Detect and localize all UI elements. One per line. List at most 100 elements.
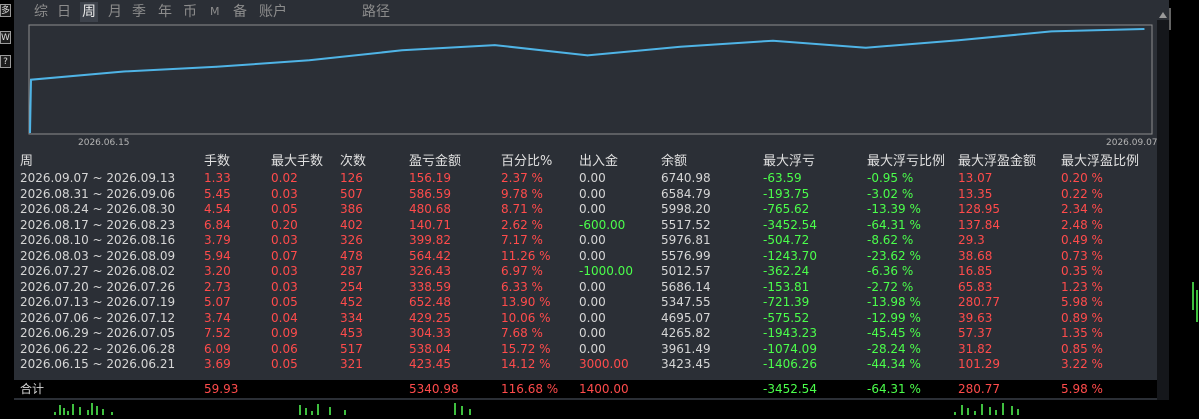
cell-deposit: 0.00 <box>579 248 606 263</box>
cell-percent: 2.37 % <box>501 171 543 185</box>
cell-pnl: 326.43 <box>409 264 451 278</box>
cell-balance: 4695.07 <box>661 310 711 325</box>
table-row[interactable]: 2026.06.15 ~ 2026.06.21 3.69 0.05 321 423.45… <box>14 357 1171 373</box>
header-pnl[interactable]: 盈亏金额 <box>409 153 461 171</box>
table-row[interactable]: 2026.07.13 ~ 2026.07.19 5.07 0.05 452 652.48… <box>14 295 1171 311</box>
cell-max-drawdown-pct: -2.72 % <box>867 279 914 294</box>
right-volume-bars <box>1169 8 1198 322</box>
cell-max-floating-profit: 38.68 <box>958 248 993 263</box>
tab-8[interactable]: 备 <box>231 2 249 22</box>
header-deposit[interactable]: 出入金 <box>579 153 618 171</box>
table-row[interactable]: 2026.08.10 ~ 2026.08.16 3.79 0.03 326 399.82… <box>14 233 1171 249</box>
cell-max-lots: 0.05 <box>271 295 298 309</box>
header-max-floating-profit[interactable]: 最大浮盈金额 <box>958 153 1036 171</box>
cell-max-floating-profit-pct: 0.35 % <box>1061 264 1103 278</box>
cell-max-drawdown: -765.62 <box>763 202 810 216</box>
header-max-drawdown[interactable]: 最大浮亏 <box>763 153 815 171</box>
cell-max-lots: 0.03 <box>271 233 298 247</box>
table-row[interactable]: 2026.09.07 ~ 2026.09.13 1.33 0.02 126 156.19… <box>14 171 1171 187</box>
cell-max-lots: 0.05 <box>271 202 298 216</box>
cell-deposit: 0.00 <box>579 295 606 309</box>
tab-10[interactable]: 路径 <box>360 2 392 22</box>
table-row[interactable]: 2026.06.22 ~ 2026.06.28 6.09 0.06 517 538.04… <box>14 342 1171 358</box>
cell-count: 452 <box>340 295 363 309</box>
tab-9[interactable]: 账户 <box>257 2 289 22</box>
table-row[interactable]: 2026.08.03 ~ 2026.08.09 5.94 0.07 478 564.42… <box>14 249 1171 265</box>
cell-lots: 2.73 <box>204 279 231 294</box>
balance-point-5 <box>493 44 496 46</box>
cell-max-drawdown: -1243.70 <box>763 248 817 263</box>
cell-percent: 6.33 % <box>501 279 543 294</box>
cell-max-drawdown: -1943.23 <box>763 326 817 340</box>
tab-7[interactable]: M <box>208 2 222 22</box>
table-row[interactable]: 2026.06.29 ~ 2026.07.05 7.52 0.09 453 304.33… <box>14 326 1171 342</box>
header-count[interactable]: 次数 <box>340 153 366 171</box>
cell-max-floating-profit: 137.84 <box>958 217 1000 232</box>
cell-max-drawdown-pct: -12.99 % <box>867 310 921 325</box>
cell-deposit: 0.00 <box>579 310 606 325</box>
cell-max-floating-profit-pct: 2.34 % <box>1061 202 1103 216</box>
cell-max-drawdown: -721.39 <box>763 295 810 309</box>
tab-4[interactable]: 季 <box>130 2 148 22</box>
cell-max-drawdown-pct: -6.36 % <box>867 264 914 278</box>
cell-max-floating-profit: 29.3 <box>958 233 985 247</box>
header-max-floating-profit-pct[interactable]: 最大浮盈比例 <box>1061 153 1139 171</box>
header-balance[interactable]: 余额 <box>661 153 687 171</box>
header-max-drawdown-pct[interactable]: 最大浮亏比例 <box>867 153 945 171</box>
tab-3[interactable]: 月 <box>106 2 124 22</box>
cell-max-floating-profit: 13.07 <box>958 171 993 185</box>
cell-max-drawdown-pct: -0.95 % <box>867 171 914 185</box>
cell-max-floating-profit-pct: 1.35 % <box>1061 326 1103 340</box>
cell-percent: 11.26 % <box>501 248 551 263</box>
cell-week: 2026.07.27 ~ 2026.08.02 <box>20 264 176 278</box>
balance-point-9 <box>864 46 867 49</box>
cell-percent: 10.06 % <box>501 310 551 325</box>
cell-percent: 7.17 % <box>501 233 543 247</box>
table-row[interactable]: 2026.08.31 ~ 2026.09.06 5.45 0.03 507 586.59… <box>14 187 1171 203</box>
tab-2[interactable]: 周 <box>80 2 98 22</box>
table-row[interactable]: 2026.08.24 ~ 2026.08.30 4.54 0.05 386 480.68… <box>14 202 1171 218</box>
cell-balance: 4265.82 <box>661 326 711 340</box>
tab-5[interactable]: 年 <box>156 2 174 22</box>
cell-max-drawdown: -1406.26 <box>763 357 817 371</box>
scroll-up-icon[interactable] <box>1159 12 1167 18</box>
table-row[interactable]: 2026.07.27 ~ 2026.08.02 3.20 0.03 287 326.43… <box>14 264 1171 280</box>
cell-max-floating-profit: 31.82 <box>958 341 993 356</box>
tab-1[interactable]: 日 <box>55 2 73 22</box>
cell-max-drawdown: -362.24 <box>763 264 810 278</box>
cell-max-floating-profit-pct: 0.85 % <box>1061 341 1103 356</box>
balance-point-8 <box>772 39 774 42</box>
vertical-scrollbar[interactable] <box>1157 20 1169 400</box>
cell-lots: 5.45 <box>204 186 231 201</box>
w-button[interactable]: W <box>0 31 11 44</box>
total-max-floating-profit-pct: 5.98 % <box>1061 382 1103 396</box>
tab-6[interactable]: 币 <box>181 2 199 22</box>
table-row[interactable]: 2026.07.20 ~ 2026.07.26 2.73 0.03 254 338.59… <box>14 280 1171 296</box>
cell-lots: 1.33 <box>204 171 231 185</box>
cell-max-drawdown-pct: -64.31 % <box>867 217 921 232</box>
left-toolbar: 多 W ? <box>0 0 14 414</box>
cell-lots: 5.94 <box>204 248 231 263</box>
header-percent[interactable]: 百分比% <box>501 153 552 171</box>
cell-deposit: 0.00 <box>579 279 606 294</box>
cell-percent: 9.78 % <box>501 186 543 201</box>
tab-0[interactable]: 综 <box>32 2 50 22</box>
table-row[interactable]: 2026.08.17 ~ 2026.08.23 6.84 0.20 402 140.71… <box>14 218 1171 234</box>
header-max-lots[interactable]: 最大手数 <box>271 153 323 171</box>
cell-max-drawdown-pct: -13.98 % <box>867 295 921 309</box>
multi-button[interactable]: 多 <box>0 4 11 17</box>
cell-percent: 8.71 % <box>501 202 543 216</box>
header-week[interactable]: 周 <box>20 153 33 171</box>
cell-week: 2026.07.13 ~ 2026.07.19 <box>20 295 176 309</box>
cell-count: 453 <box>340 326 363 340</box>
cell-week: 2026.06.29 ~ 2026.07.05 <box>20 326 176 340</box>
table-row[interactable]: 2026.07.06 ~ 2026.07.12 3.74 0.04 334 429.25… <box>14 311 1171 327</box>
x-start-label: 2026.06.15 <box>78 138 130 148</box>
header-lots[interactable]: 手数 <box>204 153 230 171</box>
cell-max-drawdown-pct: -8.62 % <box>867 233 914 247</box>
total-max-drawdown-pct: -64.31 % <box>867 382 921 396</box>
cell-count: 126 <box>340 171 363 185</box>
cell-pnl: 480.68 <box>409 202 451 216</box>
cell-deposit: 0.00 <box>579 326 606 340</box>
help-button[interactable]: ? <box>0 55 11 68</box>
